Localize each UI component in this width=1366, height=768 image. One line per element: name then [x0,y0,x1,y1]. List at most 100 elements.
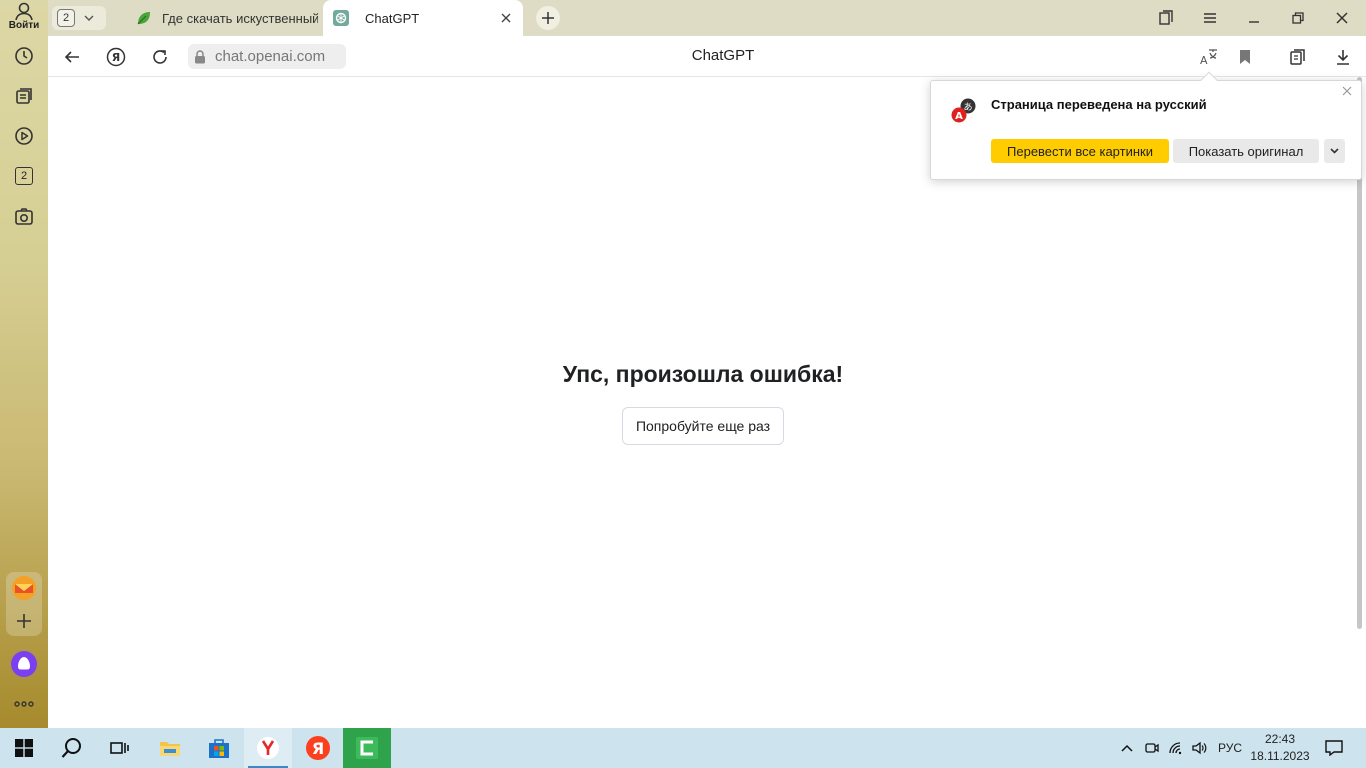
alice-button[interactable] [0,647,48,681]
bookmark-icon [1240,50,1250,64]
yandex-home-button[interactable]: Я [103,44,129,70]
svg-text:Я: Я [312,739,324,758]
tab-ai-download[interactable]: Где скачать искуственный интеллект [124,0,322,36]
page-title: ChatGPT [691,47,755,64]
close-tab-icon[interactable] [499,11,513,25]
more-button[interactable] [0,687,48,721]
input-language[interactable]: РУС [1216,728,1244,768]
login-label[interactable]: Войти [4,20,44,31]
collections-button[interactable] [0,79,48,113]
show-hidden-icons-button[interactable] [1116,728,1138,768]
lock-icon [195,49,205,63]
windows-logo-icon [15,739,33,757]
windows-taskbar: Я РУС 22:43 18.11.2023 [0,728,1366,768]
task-view-icon [110,742,129,754]
bookmarks-panel-icon [1159,10,1173,25]
collections-icon [1290,49,1305,65]
close-icon[interactable] [1342,86,1352,96]
notification-icon [1325,740,1343,756]
yandex-browser-icon [257,737,279,759]
error-title: Упс, произошла ошибка! [562,361,844,387]
translate-button[interactable]: A [1196,44,1222,70]
close-icon [1336,12,1348,24]
wifi-icon [1169,742,1182,755]
browser-sidebar: Войти 2 [0,0,48,728]
speaker-icon [1192,741,1207,755]
svg-text:A: A [1200,54,1208,66]
video-button[interactable] [0,119,48,153]
folder-icon [160,742,180,756]
reload-icon [153,50,167,64]
bookmark-button[interactable] [1232,44,1258,70]
login-button[interactable] [0,0,48,22]
yandex-browser-taskbar-button[interactable] [244,728,292,768]
hamburger-icon [1204,13,1216,23]
restore-icon [1292,12,1304,24]
chevron-up-icon [1121,744,1133,752]
history-button[interactable] [0,39,48,73]
show-original-button[interactable]: Показать оригинал [1173,139,1319,163]
chevron-down-icon [1330,148,1339,154]
tab-title: ChatGPT [365,10,420,26]
back-button[interactable] [59,44,85,70]
yandex-logo-icon: Я [306,736,330,760]
microsoft-store-button[interactable] [195,728,243,768]
reload-button[interactable] [147,44,173,70]
yandex-app-button[interactable]: Я [294,728,342,768]
clock-date: 18.11.2023 [1250,749,1310,763]
green-app-button[interactable] [343,728,391,768]
notifications-button[interactable] [1320,728,1348,768]
chevron-down-icon [84,15,94,21]
openai-favicon-icon [333,10,349,26]
add-icon [17,614,31,628]
tab-groups-button[interactable]: 2 [52,6,106,30]
app-c-icon [356,737,378,759]
arrow-left-icon [64,51,79,63]
start-button[interactable] [0,728,48,768]
mail-icon [12,576,36,600]
collections-toolbar-button[interactable] [1285,44,1311,70]
translate-options-button[interactable] [1324,139,1345,163]
translate-popup-title: Страница переведена на русский [991,97,1207,112]
menu-button[interactable] [1198,6,1222,30]
translate-popup: あ A Страница переведена на русский Перев… [930,71,1362,180]
clock[interactable]: 22:43 18.11.2023 [1250,731,1310,765]
svg-text:Я: Я [112,51,120,64]
restore-button[interactable] [1286,6,1310,30]
volume-button[interactable] [1189,728,1211,768]
search-button[interactable] [48,728,96,768]
tabs-counter-icon: 2 [15,167,33,185]
screenshot-icon [15,208,33,225]
leaf-favicon-icon [137,12,150,25]
translate-icon: A [1200,49,1217,66]
screenshot-button[interactable] [0,200,48,234]
clock-time: 22:43 [1264,732,1296,746]
history-icon [15,47,33,65]
avatar-icon [15,2,33,21]
plus-icon [542,12,554,24]
mail-button[interactable] [0,571,48,605]
translate-images-button[interactable]: Перевести все картинки [991,139,1169,163]
add-service-button[interactable] [0,604,48,638]
tab-chatgpt[interactable]: ChatGPT [323,0,523,36]
bookmarks-panel-button[interactable] [1154,6,1178,30]
more-icon [14,701,34,707]
retry-button[interactable]: Попробуйте еще раз [622,407,784,445]
address-field[interactable]: chat.openai.com [188,44,346,69]
task-view-button[interactable] [96,728,144,768]
downloads-button[interactable] [1330,44,1356,70]
browser-toolbar: Я chat.openai.com ChatGPT A [48,36,1366,77]
yandex-logo-icon: Я [106,47,126,67]
network-button[interactable] [1165,728,1187,768]
camera-icon [1145,743,1159,753]
translate-status-icon: あ A [951,98,976,123]
tab-count-badge: 2 [57,9,75,27]
search-icon [61,738,81,758]
new-tab-button[interactable] [536,6,560,30]
close-window-button[interactable] [1330,6,1354,30]
meet-now-button[interactable] [1141,728,1163,768]
tabs-counter-button[interactable]: 2 [0,159,48,193]
minimize-button[interactable] [1242,6,1266,30]
file-explorer-button[interactable] [146,728,194,768]
video-icon [15,127,33,145]
